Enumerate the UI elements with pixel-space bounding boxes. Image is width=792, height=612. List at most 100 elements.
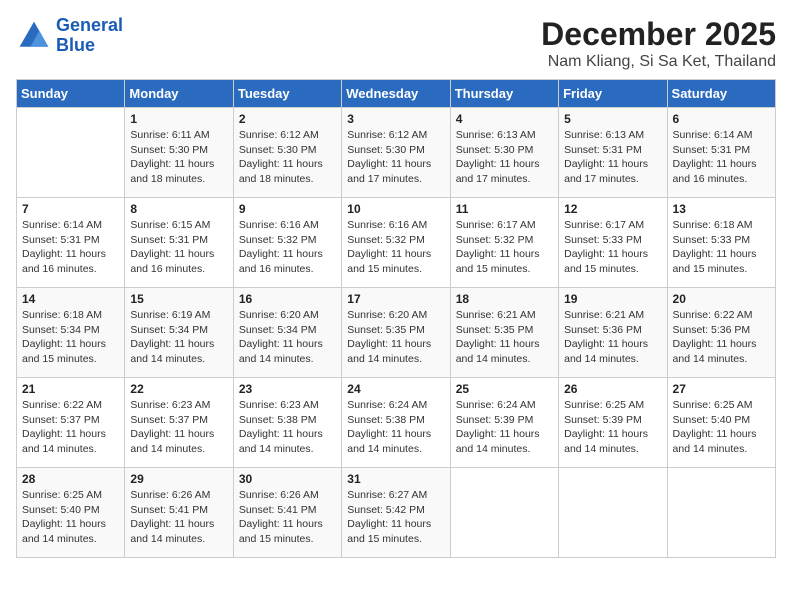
calendar-week-row: 28 Sunrise: 6:25 AM Sunset: 5:40 PM Dayli… xyxy=(17,468,776,558)
day-info: Sunrise: 6:16 AM Sunset: 5:32 PM Dayligh… xyxy=(347,218,444,277)
calendar-table: SundayMondayTuesdayWednesdayThursdayFrid… xyxy=(16,79,776,558)
day-info: Sunrise: 6:14 AM Sunset: 5:31 PM Dayligh… xyxy=(673,128,770,187)
calendar-cell: 29Sunrise: 6:26 AM Sunset: 5:41 PM Dayli… xyxy=(125,468,233,558)
calendar-cell xyxy=(450,468,558,558)
calendar-cell: 8Sunrise: 6:15 AM Sunset: 5:31 PM Daylig… xyxy=(125,198,233,288)
day-number: 26 xyxy=(564,382,661,396)
day-number: 18 xyxy=(456,292,553,306)
calendar-cell xyxy=(559,468,667,558)
day-info: Sunrise: 6:14 AM Sunset: 5:31 PM Dayligh… xyxy=(22,218,119,277)
calendar-cell: 20 Sunrise: 6:22 AM Sunset: 5:36 PM Dayli… xyxy=(667,288,775,378)
day-info: Sunrise: 6:13 AM Sunset: 5:31 PM Dayligh… xyxy=(564,128,661,187)
location-title: Nam Kliang, Si Sa Ket, Thailand xyxy=(541,53,776,71)
day-number: 9 xyxy=(239,202,336,216)
day-number: 30 xyxy=(239,472,336,486)
day-number: 15 xyxy=(130,292,227,306)
calendar-cell: 9 Sunrise: 6:16 AM Sunset: 5:32 PM Daylig… xyxy=(233,198,341,288)
day-number: 5 xyxy=(564,112,661,126)
weekday-header-cell: Friday xyxy=(559,80,667,108)
calendar-cell: 24 Sunrise: 6:24 AM Sunset: 5:38 PM Dayli… xyxy=(342,378,450,468)
day-number: 6 xyxy=(673,112,770,126)
calendar-cell: 17Sunrise: 6:20 AM Sunset: 5:35 PM Dayli… xyxy=(342,288,450,378)
day-info: Sunrise: 6:25 AM Sunset: 5:40 PM Dayligh… xyxy=(673,398,770,457)
day-info: Sunrise: 6:17 AM Sunset: 5:33 PM Dayligh… xyxy=(564,218,661,277)
day-info: Sunrise: 6:12 AM Sunset: 5:30 PM Dayligh… xyxy=(347,128,444,187)
day-number: 29 xyxy=(130,472,227,486)
day-number: 21 xyxy=(22,382,119,396)
day-number: 7 xyxy=(22,202,119,216)
day-number: 13 xyxy=(673,202,770,216)
calendar-cell: 25Sunrise: 6:24 AM Sunset: 5:39 PM Dayli… xyxy=(450,378,558,468)
calendar-cell: 4Sunrise: 6:13 AM Sunset: 5:30 PM Daylig… xyxy=(450,108,558,198)
day-number: 31 xyxy=(347,472,444,486)
calendar-cell: 5 Sunrise: 6:13 AM Sunset: 5:31 PM Daylig… xyxy=(559,108,667,198)
day-info: Sunrise: 6:20 AM Sunset: 5:34 PM Dayligh… xyxy=(239,308,336,367)
title-block: December 2025 Nam Kliang, Si Sa Ket, Tha… xyxy=(541,16,776,71)
calendar-body: 1 Sunrise: 6:11 AM Sunset: 5:30 PM Daylig… xyxy=(17,108,776,558)
day-info: Sunrise: 6:24 AM Sunset: 5:38 PM Dayligh… xyxy=(347,398,444,457)
calendar-cell: 14Sunrise: 6:18 AM Sunset: 5:34 PM Dayli… xyxy=(17,288,125,378)
logo-icon xyxy=(16,18,52,54)
calendar-cell: 16 Sunrise: 6:20 AM Sunset: 5:34 PM Dayli… xyxy=(233,288,341,378)
day-info: Sunrise: 6:22 AM Sunset: 5:36 PM Dayligh… xyxy=(673,308,770,367)
weekday-header-cell: Tuesday xyxy=(233,80,341,108)
calendar-cell: 1 Sunrise: 6:11 AM Sunset: 5:30 PM Daylig… xyxy=(125,108,233,198)
day-info: Sunrise: 6:25 AM Sunset: 5:40 PM Dayligh… xyxy=(22,488,119,547)
day-info: Sunrise: 6:26 AM Sunset: 5:41 PM Dayligh… xyxy=(239,488,336,547)
day-number: 23 xyxy=(239,382,336,396)
day-number: 3 xyxy=(347,112,444,126)
logo-text: General Blue xyxy=(56,16,123,56)
calendar-cell: 2 Sunrise: 6:12 AM Sunset: 5:30 PM Daylig… xyxy=(233,108,341,198)
day-number: 12 xyxy=(564,202,661,216)
day-info: Sunrise: 6:12 AM Sunset: 5:30 PM Dayligh… xyxy=(239,128,336,187)
calendar-cell: 13 Sunrise: 6:18 AM Sunset: 5:33 PM Dayli… xyxy=(667,198,775,288)
calendar-week-row: 14Sunrise: 6:18 AM Sunset: 5:34 PM Dayli… xyxy=(17,288,776,378)
calendar-cell: 15 Sunrise: 6:19 AM Sunset: 5:34 PM Dayli… xyxy=(125,288,233,378)
logo: General Blue xyxy=(16,16,123,56)
weekday-header-row: SundayMondayTuesdayWednesdayThursdayFrid… xyxy=(17,80,776,108)
day-number: 22 xyxy=(130,382,227,396)
calendar-week-row: 7 Sunrise: 6:14 AM Sunset: 5:31 PM Daylig… xyxy=(17,198,776,288)
day-info: Sunrise: 6:23 AM Sunset: 5:37 PM Dayligh… xyxy=(130,398,227,457)
day-number: 2 xyxy=(239,112,336,126)
weekday-header-cell: Thursday xyxy=(450,80,558,108)
calendar-cell xyxy=(667,468,775,558)
day-info: Sunrise: 6:11 AM Sunset: 5:30 PM Dayligh… xyxy=(130,128,227,187)
calendar-cell: 21 Sunrise: 6:22 AM Sunset: 5:37 PM Dayli… xyxy=(17,378,125,468)
weekday-header-cell: Wednesday xyxy=(342,80,450,108)
day-info: Sunrise: 6:21 AM Sunset: 5:36 PM Dayligh… xyxy=(564,308,661,367)
calendar-cell: 30 Sunrise: 6:26 AM Sunset: 5:41 PM Dayli… xyxy=(233,468,341,558)
day-info: Sunrise: 6:18 AM Sunset: 5:33 PM Dayligh… xyxy=(673,218,770,277)
day-info: Sunrise: 6:18 AM Sunset: 5:34 PM Dayligh… xyxy=(22,308,119,367)
day-number: 27 xyxy=(673,382,770,396)
day-number: 1 xyxy=(130,112,227,126)
day-number: 4 xyxy=(456,112,553,126)
calendar-cell xyxy=(17,108,125,198)
calendar-week-row: 1 Sunrise: 6:11 AM Sunset: 5:30 PM Daylig… xyxy=(17,108,776,198)
day-info: Sunrise: 6:22 AM Sunset: 5:37 PM Dayligh… xyxy=(22,398,119,457)
calendar-cell: 11Sunrise: 6:17 AM Sunset: 5:32 PM Dayli… xyxy=(450,198,558,288)
day-number: 16 xyxy=(239,292,336,306)
day-number: 28 xyxy=(22,472,119,486)
day-info: Sunrise: 6:27 AM Sunset: 5:42 PM Dayligh… xyxy=(347,488,444,547)
day-number: 25 xyxy=(456,382,553,396)
day-info: Sunrise: 6:19 AM Sunset: 5:34 PM Dayligh… xyxy=(130,308,227,367)
day-number: 17 xyxy=(347,292,444,306)
weekday-header-cell: Monday xyxy=(125,80,233,108)
day-info: Sunrise: 6:16 AM Sunset: 5:32 PM Dayligh… xyxy=(239,218,336,277)
calendar-cell: 12 Sunrise: 6:17 AM Sunset: 5:33 PM Dayli… xyxy=(559,198,667,288)
weekday-header-cell: Saturday xyxy=(667,80,775,108)
day-number: 10 xyxy=(347,202,444,216)
day-info: Sunrise: 6:21 AM Sunset: 5:35 PM Dayligh… xyxy=(456,308,553,367)
calendar-cell: 3 Sunrise: 6:12 AM Sunset: 5:30 PM Daylig… xyxy=(342,108,450,198)
calendar-cell: 27 Sunrise: 6:25 AM Sunset: 5:40 PM Dayli… xyxy=(667,378,775,468)
day-number: 24 xyxy=(347,382,444,396)
day-info: Sunrise: 6:25 AM Sunset: 5:39 PM Dayligh… xyxy=(564,398,661,457)
day-info: Sunrise: 6:23 AM Sunset: 5:38 PM Dayligh… xyxy=(239,398,336,457)
calendar-cell: 23 Sunrise: 6:23 AM Sunset: 5:38 PM Dayli… xyxy=(233,378,341,468)
calendar-cell: 22 Sunrise: 6:23 AM Sunset: 5:37 PM Dayli… xyxy=(125,378,233,468)
calendar-cell: 18 Sunrise: 6:21 AM Sunset: 5:35 PM Dayli… xyxy=(450,288,558,378)
page-header: General Blue December 2025 Nam Kliang, S… xyxy=(16,16,776,71)
calendar-week-row: 21 Sunrise: 6:22 AM Sunset: 5:37 PM Dayli… xyxy=(17,378,776,468)
day-number: 20 xyxy=(673,292,770,306)
